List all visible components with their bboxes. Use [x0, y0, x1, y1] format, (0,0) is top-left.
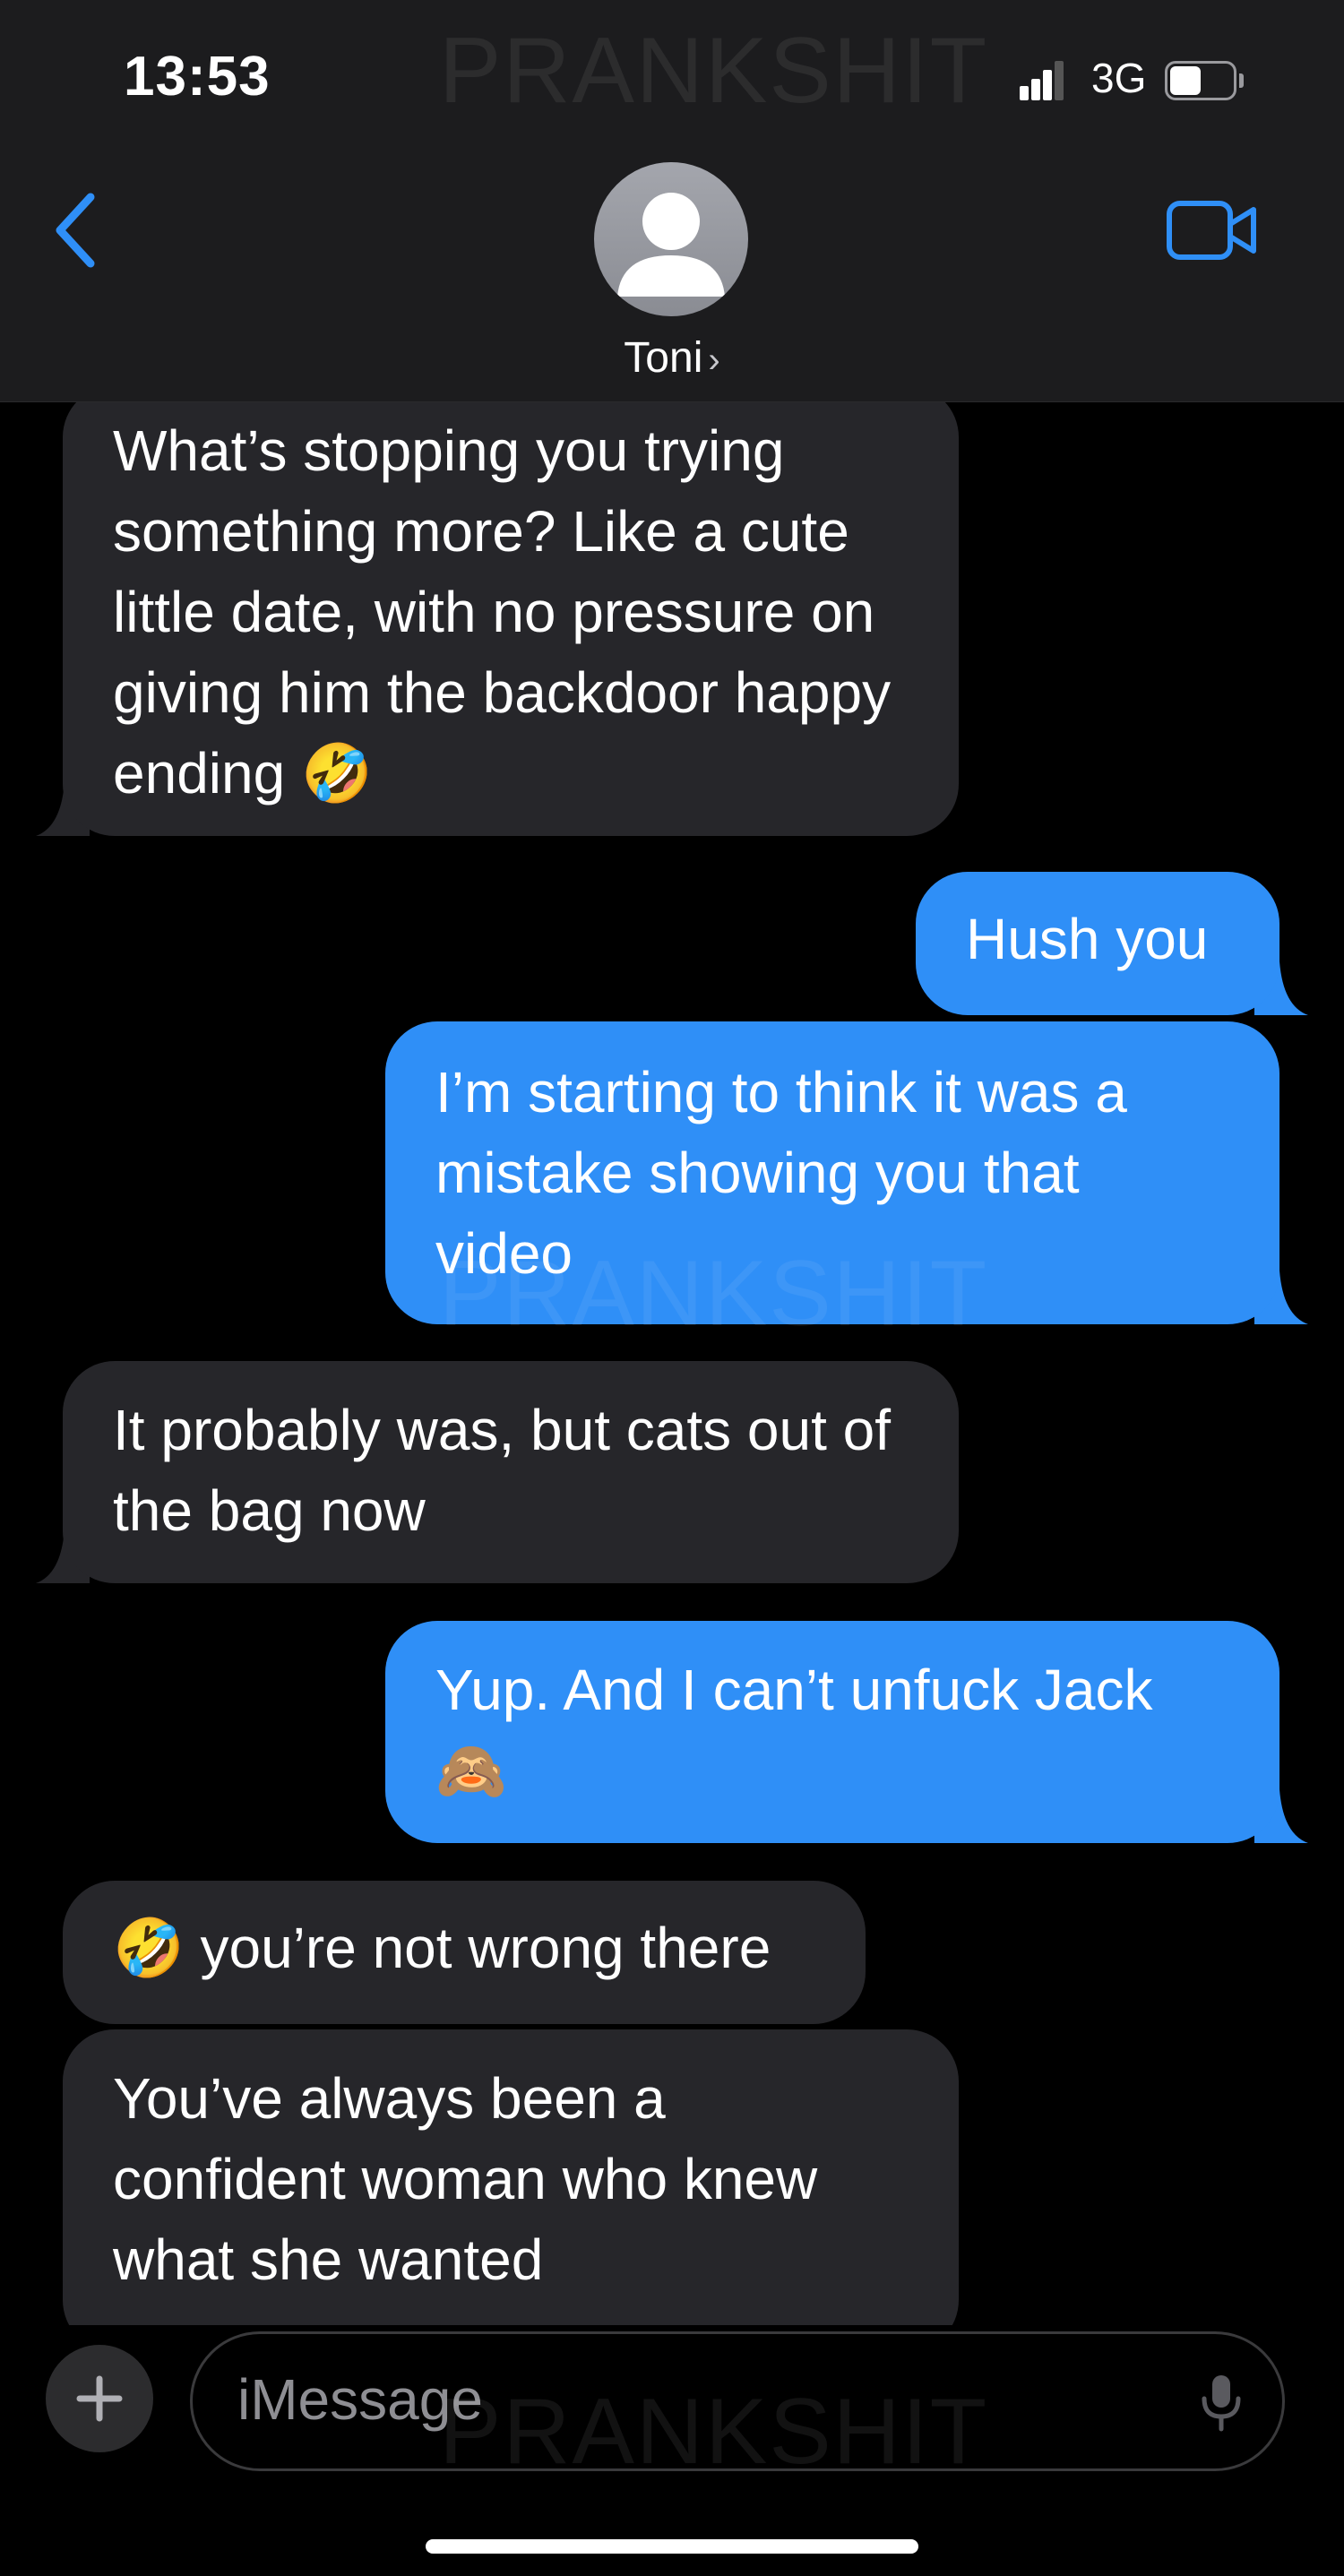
video-call-button[interactable] [1165, 199, 1258, 262]
input-placeholder: iMessage [237, 2367, 483, 2432]
message-text: It probably was, but cats out of the bag… [113, 1398, 892, 1543]
back-button[interactable] [49, 190, 103, 271]
contact-name-button[interactable]: Toni › [573, 333, 771, 383]
battery-icon [1165, 61, 1245, 104]
message-bubble-outgoing[interactable]: Hush you [916, 872, 1279, 1015]
conversation-header: 13:53 3G Toni › [0, 0, 1344, 402]
chevron-right-icon: › [708, 340, 720, 380]
network-type: 3G [1091, 55, 1147, 101]
cellular-signal-icon [1020, 59, 1064, 100]
message-bubble-incoming[interactable]: What’s stopping you trying something mor… [63, 385, 959, 836]
message-bubble-incoming[interactable]: 🤣 you’re not wrong there [63, 1881, 866, 2024]
imessage-input[interactable]: iMessage [190, 2331, 1285, 2471]
message-bubble-incoming[interactable]: You’ve always been a confident woman who… [63, 2029, 959, 2325]
message-text: You’ve always been a confident woman who… [113, 2066, 818, 2292]
status-bar: 13:53 3G [0, 0, 1344, 161]
message-text: I’m starting to think it was a mistake s… [435, 1060, 1127, 1286]
message-text: What’s stopping you trying something mor… [113, 418, 892, 806]
contact-name: Toni [624, 334, 703, 382]
message-bubble-outgoing[interactable]: I’m starting to think it was a mistake s… [385, 1021, 1279, 1324]
status-time: 13:53 [124, 46, 271, 108]
message-bubble-outgoing[interactable]: Yup. And I can’t unfuck Jack 🙈 [385, 1621, 1279, 1843]
apps-plus-button[interactable] [46, 2345, 153, 2452]
message-text: Yup. And I can’t unfuck Jack 🙈 [435, 1658, 1153, 1803]
video-camera-icon [1167, 201, 1256, 260]
home-indicator[interactable] [426, 2539, 918, 2554]
message-text: Hush you [966, 907, 1209, 971]
message-text: 🤣 you’re not wrong there [113, 1916, 771, 1980]
chevron-left-icon [56, 193, 95, 268]
microphone-icon[interactable] [1199, 2372, 1244, 2434]
message-bubble-incoming[interactable]: It probably was, but cats out of the bag… [63, 1361, 959, 1583]
contact-avatar[interactable] [594, 162, 748, 316]
person-silhouette-icon [617, 193, 725, 297]
plus-icon [76, 2375, 123, 2422]
